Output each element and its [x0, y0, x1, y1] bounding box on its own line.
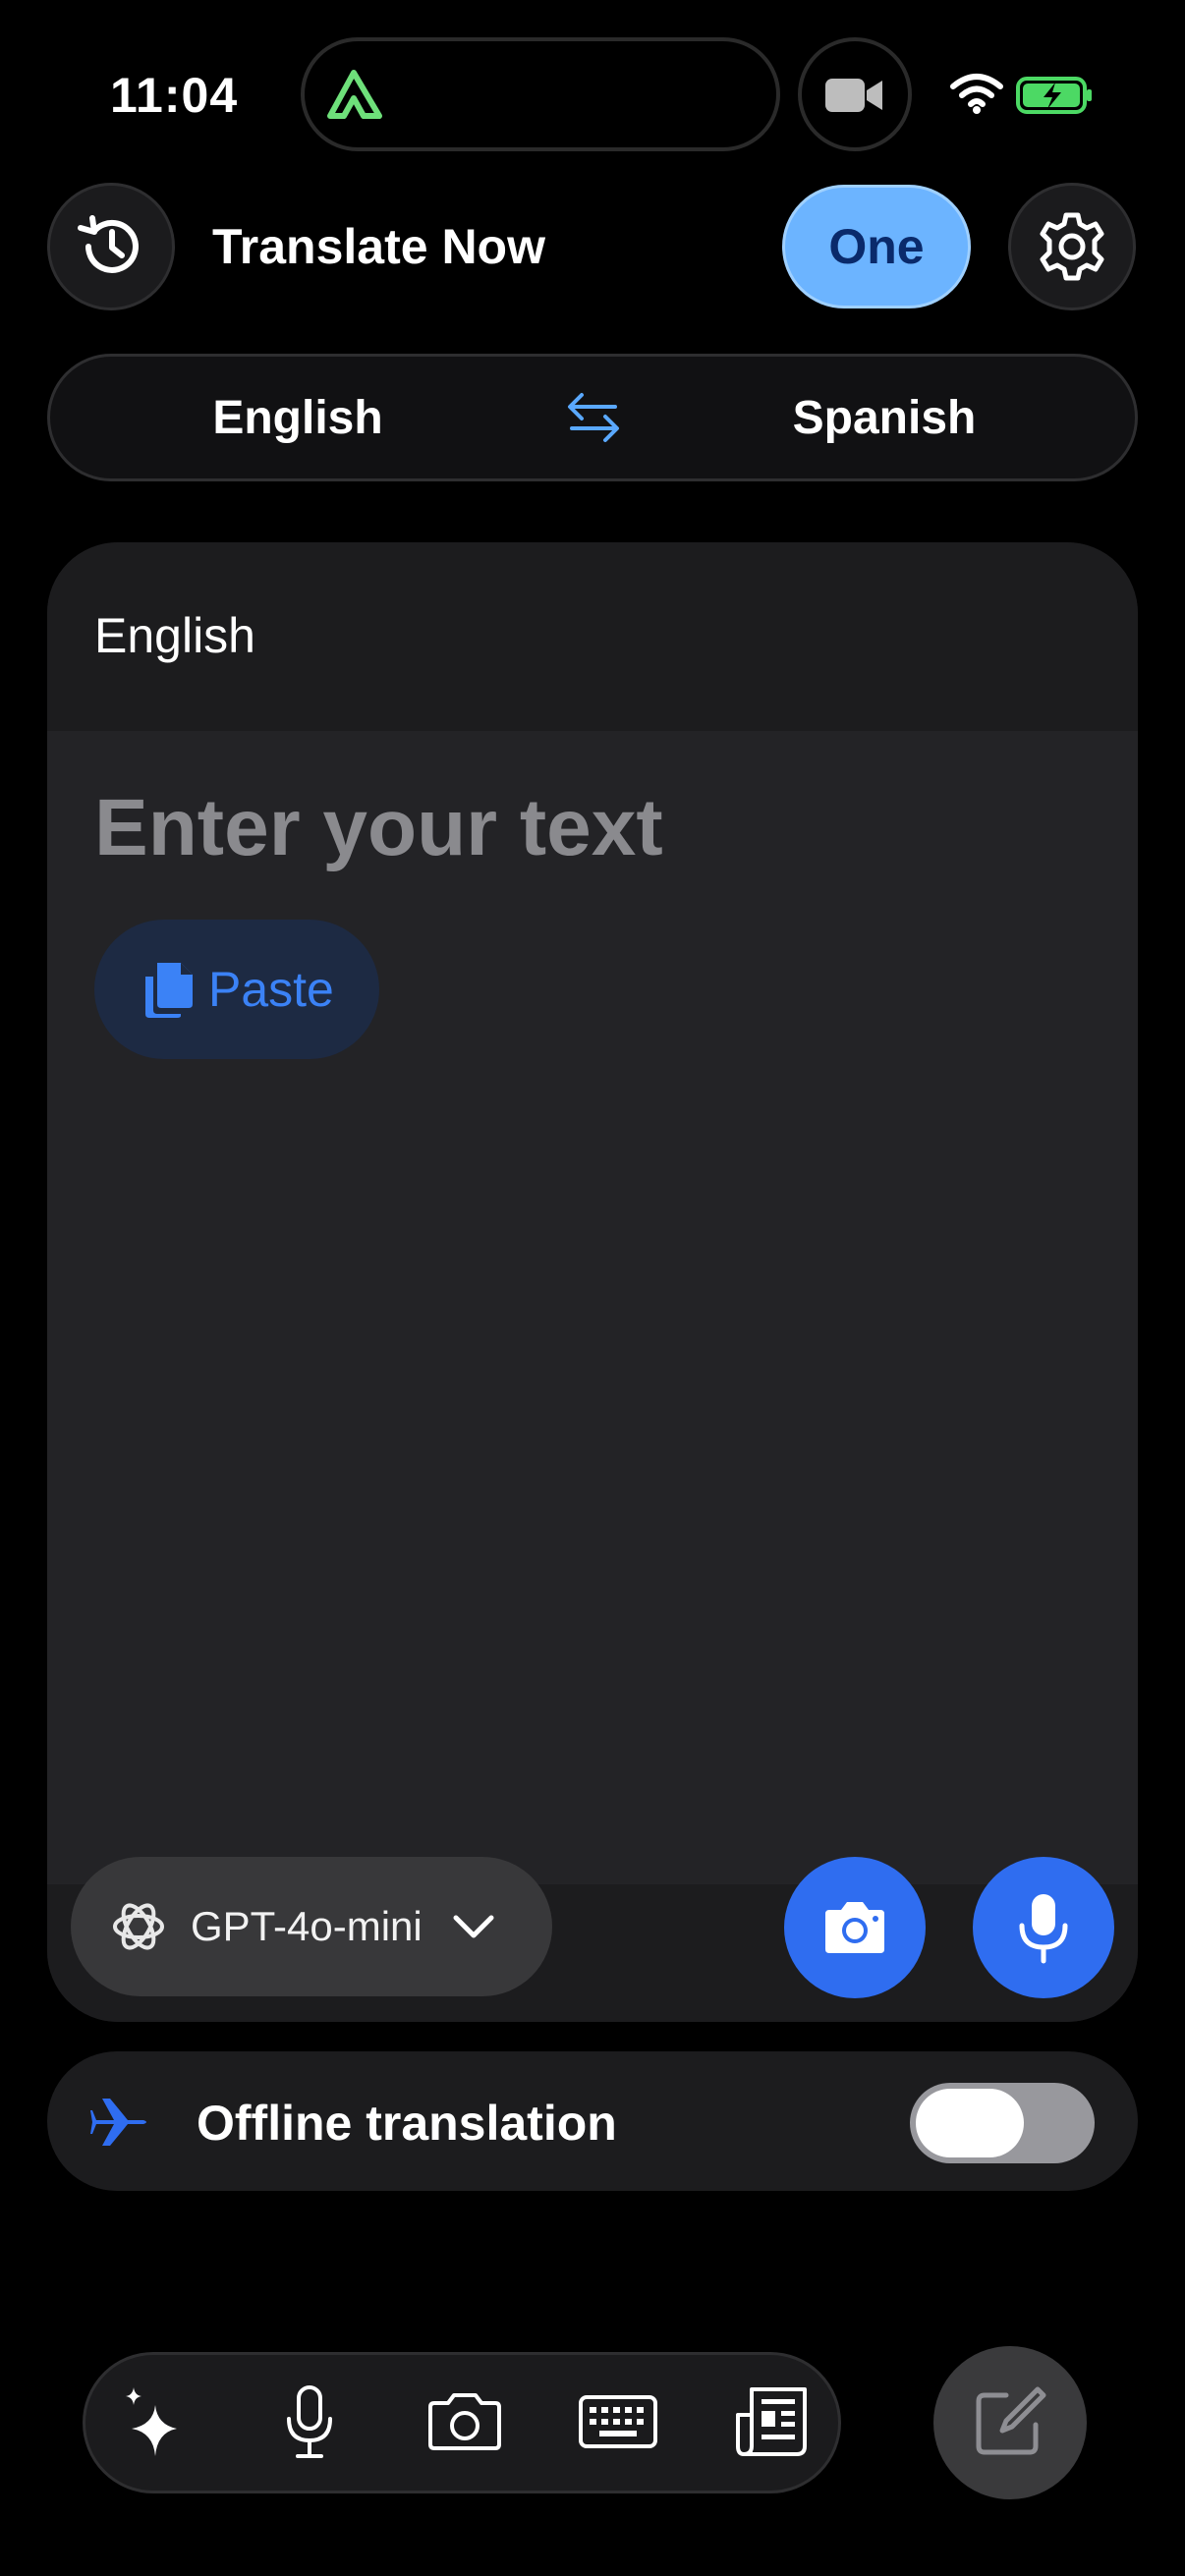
microphone-button[interactable] [973, 1857, 1114, 1998]
microphone-icon [1019, 1894, 1068, 1964]
plan-badge-label: One [828, 219, 925, 274]
ai-tab-button[interactable] [110, 2378, 198, 2466]
activity-icon [327, 70, 382, 119]
text-input-area[interactable] [47, 731, 1138, 1884]
chevron-down-icon [453, 1915, 494, 1938]
text-input-placeholder[interactable]: Enter your text [94, 782, 663, 874]
wifi-icon [950, 74, 1003, 114]
plan-badge-button[interactable]: One [782, 185, 971, 308]
status-time: 11:04 [110, 68, 239, 123]
model-name: GPT-4o-mini [191, 1903, 423, 1949]
history-button[interactable] [47, 183, 175, 310]
paste-button[interactable]: Paste [94, 920, 379, 1059]
compose-button[interactable] [933, 2346, 1087, 2499]
card-language-label: English [94, 608, 255, 663]
model-selector[interactable]: GPT-4o-mini [71, 1857, 552, 1996]
camera-icon [428, 2393, 501, 2450]
keyboard-icon [579, 2395, 657, 2448]
camera-button[interactable] [784, 1857, 926, 1998]
clipboard-icon [145, 963, 193, 1018]
swap-arrows-icon[interactable] [564, 389, 623, 446]
camera-icon [825, 1902, 884, 1953]
keyboard-tab-button[interactable] [574, 2378, 662, 2466]
target-language-button[interactable]: Spanish [776, 391, 992, 445]
openai-icon [113, 1903, 164, 1950]
microphone-icon [287, 2385, 332, 2458]
history-icon [78, 215, 139, 273]
video-camera-icon [825, 79, 882, 112]
battery-charging-icon [1016, 77, 1092, 114]
offline-translation-label: Offline translation [197, 2096, 617, 2151]
toggle-knob [916, 2089, 1024, 2157]
voice-tab-button[interactable] [265, 2378, 354, 2466]
input-card: English Enter your text Paste GPT-4o-min… [47, 542, 1138, 2022]
settings-button[interactable] [1008, 183, 1136, 310]
document-tab-button[interactable] [727, 2378, 816, 2466]
sparkles-icon [126, 2387, 177, 2456]
source-language-button[interactable]: English [197, 391, 399, 445]
compose-icon [976, 2386, 1046, 2455]
app-title: Translate Now [212, 219, 545, 274]
gear-icon [1040, 212, 1104, 281]
newspaper-icon [736, 2387, 807, 2456]
airplane-icon [90, 2099, 146, 2146]
paste-label: Paste [208, 962, 334, 1017]
camera-tab-button[interactable] [421, 2378, 509, 2466]
